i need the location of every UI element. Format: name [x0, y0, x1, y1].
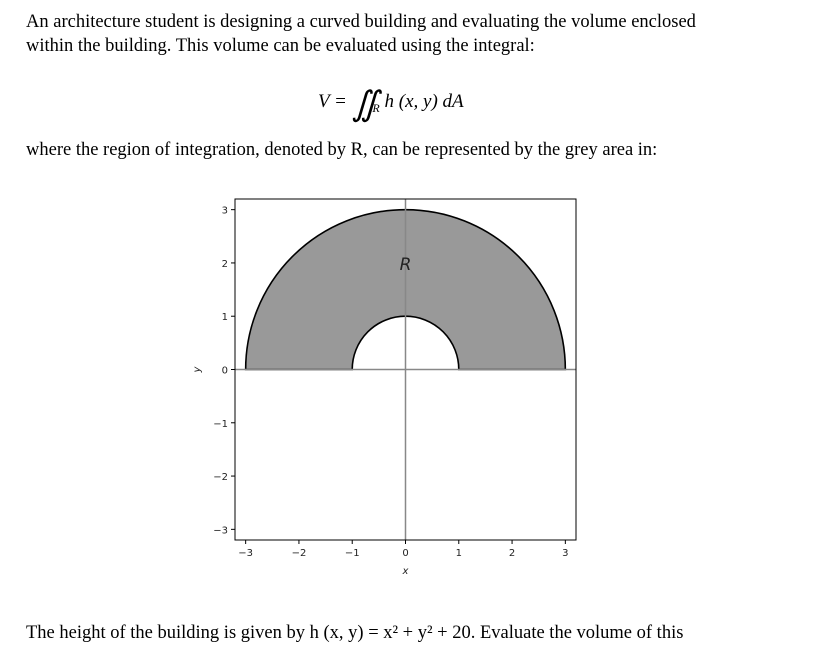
- x-tick-label: −3: [238, 548, 253, 559]
- region-plot: R −3 −2 −1 0 1 2 3 3 2 1 0 −1 −2 −3 x y: [192, 198, 577, 577]
- x-tick-label: 3: [562, 548, 568, 559]
- y-axis-label: y: [192, 365, 203, 373]
- y-tick-label: 0: [222, 366, 228, 377]
- y-tick-label: −1: [213, 419, 228, 430]
- y-tick-label: −2: [213, 472, 228, 483]
- x-tick-label: 1: [456, 548, 462, 559]
- y-tick-label: 2: [222, 259, 228, 270]
- region-label: R: [400, 255, 412, 275]
- x-axis-label: x: [402, 566, 409, 577]
- y-tick-label: 1: [222, 312, 228, 323]
- x-tick-label: −2: [292, 548, 307, 559]
- x-tick-label: 0: [402, 548, 408, 559]
- x-tick-label: −1: [345, 548, 360, 559]
- y-tick-label: 3: [222, 206, 228, 217]
- x-tick-label: 2: [509, 548, 515, 559]
- height-text: The height of the building is given by h…: [26, 623, 684, 643]
- y-tick-label: −3: [213, 525, 228, 536]
